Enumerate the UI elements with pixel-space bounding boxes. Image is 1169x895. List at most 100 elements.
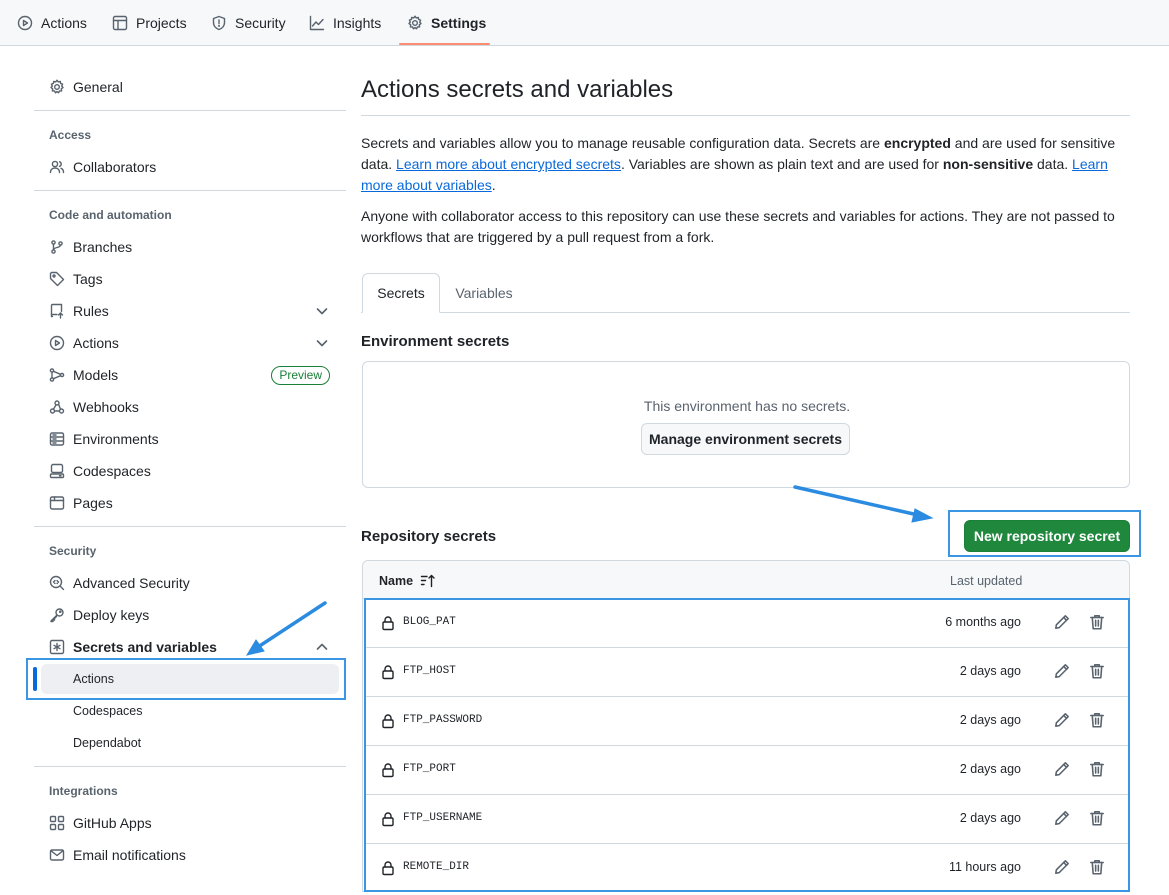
tab-actions[interactable]: Actions [17, 0, 87, 46]
apps-icon [49, 815, 65, 831]
sidebar-item-codespaces[interactable]: Codespaces [41, 456, 339, 486]
chevron-up-icon[interactable] [315, 640, 329, 654]
people-icon [49, 160, 65, 174]
sidebar-item-email-notifications[interactable]: Email notifications [41, 840, 339, 870]
page-title: Actions secrets and variables [361, 76, 674, 103]
shield-icon [212, 15, 226, 31]
sidebar-item-actions[interactable]: Actions [41, 328, 339, 358]
tab-variables[interactable]: Variables [442, 273, 526, 313]
sidebar-item-rules[interactable]: Rules [41, 296, 339, 326]
name-column-header[interactable]: Name [379, 573, 436, 589]
gear-icon [408, 15, 422, 30]
server-icon [49, 432, 65, 446]
last-updated-column-header: Last updated [950, 574, 1023, 588]
sidebar-item-label: Models [73, 367, 119, 383]
chevron-down-icon[interactable] [315, 336, 329, 350]
intro-text: Secrets and variables allow you to manag… [361, 135, 884, 151]
tab-label: Security [235, 15, 286, 31]
sidebar-subitem-dependabot[interactable]: Dependabot [41, 728, 339, 758]
tag-icon [49, 271, 65, 287]
annotation-arrow [793, 485, 934, 523]
annotation-highlight-box [26, 658, 346, 700]
empty-state-text: This environment has no secrets. [643, 398, 851, 414]
environment-secrets-heading: Environment secrets [361, 333, 510, 350]
codescan-icon [49, 575, 65, 591]
title-divider [361, 115, 1130, 116]
tab-label: Insights [333, 15, 382, 31]
sidebar-divider [34, 766, 346, 767]
intro-bold: encrypted [883, 135, 951, 151]
table-header: Name Last updated [363, 561, 1129, 599]
sidebar-item-label: Email notifications [73, 847, 186, 863]
preview-badge: Preview [271, 366, 330, 385]
sidebar-item-branches[interactable]: Branches [41, 232, 339, 262]
git-branch-icon [51, 240, 63, 254]
sidebar-item-label: General [73, 79, 123, 95]
sidebar-divider [34, 110, 346, 111]
sidebar-item-general[interactable]: General [41, 72, 339, 102]
sidebar-item-deploy-keys[interactable]: Deploy keys [41, 600, 339, 630]
gear-icon [50, 79, 64, 94]
sidebar-section-access: Access [49, 128, 92, 142]
sidebar-item-collaborators[interactable]: Collaborators [41, 152, 339, 182]
sidebar-item-label: Environments [73, 431, 159, 447]
sidebar-item-label: Actions [73, 335, 119, 351]
models-icon [49, 368, 65, 382]
sidebar-item-label: Rules [73, 303, 109, 319]
tab-secrets[interactable]: Secrets [362, 273, 440, 313]
tab-projects[interactable]: Projects [112, 0, 187, 46]
sidebar-item-advanced-security[interactable]: Advanced Security [41, 568, 339, 598]
browser-icon [49, 496, 65, 510]
sidebar-item-webhooks[interactable]: Webhooks [41, 392, 339, 422]
access-note: Anyone with collaborator access to this … [361, 208, 1115, 245]
tab-label: Actions [41, 15, 87, 31]
tab-label: Settings [431, 15, 487, 31]
tab-settings[interactable]: Settings [407, 0, 486, 46]
sidebar-section-integrations: Integrations [49, 784, 118, 798]
sidebar-item-label: Branches [73, 239, 133, 255]
intro-text: . Variables are shown as plain text and … [620, 156, 943, 172]
key-asterisk-icon [49, 639, 65, 655]
sidebar-item-label: Advanced Security [73, 575, 190, 591]
learn-more-secrets-link[interactable]: Learn more about encrypted secrets [396, 156, 621, 172]
sidebar-item-tags[interactable]: Tags [41, 264, 339, 294]
manage-environment-secrets-button[interactable]: Manage environment secrets [641, 423, 850, 455]
repository-secrets-heading: Repository secrets [361, 528, 497, 545]
sidebar-item-label: GitHub Apps [73, 815, 152, 831]
annotation-highlight-box [948, 510, 1141, 557]
sidebar-divider [34, 190, 346, 191]
mail-icon [49, 849, 65, 861]
sidebar-item-label: Tags [73, 271, 103, 287]
webhook-icon [49, 400, 65, 414]
sidebar-section-security: Security [49, 544, 97, 558]
sidebar-item-github-apps[interactable]: GitHub Apps [41, 808, 339, 838]
sidebar-item-label: Deploy keys [73, 607, 150, 623]
sidebar-item-label: Codespaces [73, 463, 151, 479]
sidebar-divider [34, 526, 346, 527]
sidebar-item-label: Webhooks [73, 399, 139, 415]
key-icon [50, 608, 64, 623]
annotation-highlight-box [364, 598, 1130, 892]
intro-text: . [491, 177, 496, 193]
sidebar-item-pages[interactable]: Pages [41, 488, 339, 518]
sidebar-section-code-automation: Code and automation [49, 208, 172, 222]
sidebar-item-label: Secrets and variables [73, 639, 217, 655]
sidebar-item-label: Collaborators [73, 159, 157, 175]
sort-asc-icon [420, 574, 435, 588]
column-label: Name [379, 574, 414, 588]
repo-push-icon [50, 303, 64, 319]
play-icon [17, 15, 33, 31]
active-tab-underline [399, 43, 490, 45]
sidebar-item-label: Pages [73, 495, 113, 511]
play-icon [49, 335, 65, 351]
intro-bold: non-sensitive [942, 156, 1034, 172]
sidebar-subitem-codespaces[interactable]: Codespaces [41, 696, 339, 726]
sidebar-item-models[interactable]: Models Preview [41, 360, 339, 390]
repo-nav: Actions Projects Security Insights Setti… [0, 0, 1169, 46]
intro-text: data. [1033, 156, 1073, 172]
tab-security[interactable]: Security [211, 0, 286, 46]
chevron-down-icon[interactable] [315, 304, 329, 318]
intro-paragraph: Secrets and variables allow you to manag… [361, 133, 1133, 196]
sidebar-item-environments[interactable]: Environments [41, 424, 339, 454]
tab-insights[interactable]: Insights [309, 0, 381, 46]
